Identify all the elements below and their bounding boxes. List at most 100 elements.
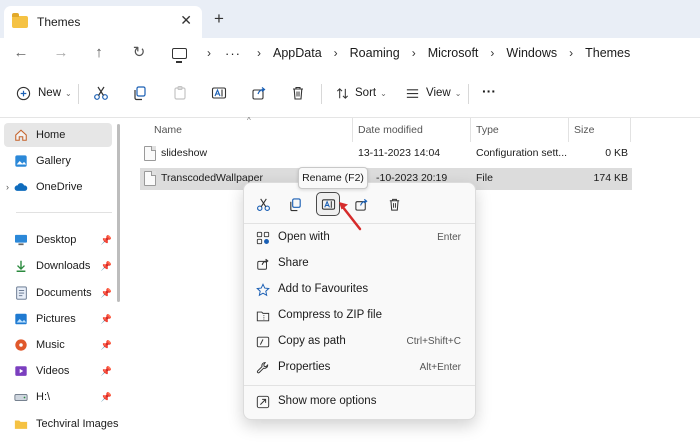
share-button[interactable] bbox=[250, 82, 268, 104]
menu-item-share[interactable]: Share bbox=[248, 252, 471, 276]
sidebar-item-home[interactable]: Home bbox=[4, 123, 112, 147]
context-cut-button[interactable] bbox=[252, 193, 274, 215]
view-button[interactable]: View ⌄ bbox=[403, 82, 461, 104]
pin-icon[interactable]: 📌 bbox=[101, 340, 112, 351]
sidebar-item-downloads[interactable]: Downloads 📌 bbox=[14, 254, 118, 278]
sidebar-item-desktop[interactable]: Desktop 📌 bbox=[14, 228, 118, 252]
breadcrumb-more-button[interactable]: ··· bbox=[225, 46, 241, 61]
toolbar-divider bbox=[321, 84, 322, 104]
red-arrow-annotation bbox=[339, 202, 362, 231]
folder-icon bbox=[14, 417, 28, 431]
cut-button[interactable] bbox=[92, 82, 110, 104]
sidebar-item-label: H:\ bbox=[36, 391, 51, 403]
divider bbox=[16, 212, 112, 213]
chevron-right-icon[interactable]: › bbox=[6, 182, 9, 192]
breadcrumb[interactable]: › ··· › AppData › Roaming › Microsoft › … bbox=[164, 42, 630, 64]
file-type: Configuration sett... bbox=[476, 147, 568, 159]
videos-icon bbox=[14, 364, 28, 378]
menu-item-properties[interactable]: Properties Alt+Enter bbox=[248, 356, 471, 380]
menu-item-copy-as-path[interactable]: Copy as path Ctrl+Shift+C bbox=[248, 330, 471, 354]
column-header-type[interactable]: Type bbox=[476, 120, 499, 140]
menu-item-compress-zip[interactable]: Compress to ZIP file bbox=[248, 304, 471, 328]
sidebar-item-gallery[interactable]: Gallery bbox=[14, 149, 118, 173]
menu-item-label: Compress to ZIP file bbox=[278, 309, 382, 321]
context-delete-button[interactable] bbox=[383, 193, 405, 215]
column-divider[interactable] bbox=[568, 118, 569, 142]
sidebar-item-label: Downloads bbox=[36, 260, 91, 272]
context-copy-button[interactable] bbox=[284, 193, 306, 215]
sidebar-item-h-drive[interactable]: H:\ 📌 bbox=[14, 385, 118, 409]
tab-themes[interactable]: Themes ✕ bbox=[4, 6, 202, 38]
sidebar-item-techviral-images[interactable]: Techviral Images bbox=[14, 412, 124, 436]
chevron-right-icon: › bbox=[333, 46, 338, 60]
menu-divider bbox=[244, 385, 475, 386]
paste-button[interactable] bbox=[171, 82, 189, 104]
menu-item-show-more-options[interactable]: Show more options bbox=[248, 390, 471, 414]
see-more-button[interactable]: ··· bbox=[482, 80, 496, 102]
crumb-windows[interactable]: Windows bbox=[506, 46, 557, 60]
music-icon bbox=[14, 338, 28, 352]
column-divider[interactable] bbox=[352, 118, 353, 142]
menu-item-add-to-favourites[interactable]: Add to Favourites bbox=[248, 278, 471, 302]
rename-icon bbox=[321, 198, 335, 210]
sidebar-item-label: Home bbox=[36, 129, 66, 141]
table-row[interactable]: slideshow 13-11-2023 14:04 Configuration… bbox=[140, 143, 632, 165]
forward-button[interactable]: → bbox=[50, 42, 72, 64]
zip-icon bbox=[256, 309, 270, 323]
file-size: 174 KB bbox=[593, 172, 628, 184]
rename-button[interactable] bbox=[210, 82, 228, 104]
pin-icon[interactable]: 📌 bbox=[101, 288, 112, 299]
new-tab-button[interactable]: + bbox=[214, 10, 224, 27]
wrench-icon bbox=[256, 361, 270, 375]
pin-icon[interactable]: 📌 bbox=[101, 235, 112, 246]
sidebar-item-label: OneDrive bbox=[36, 181, 83, 193]
column-divider[interactable] bbox=[630, 118, 631, 142]
copy-icon bbox=[131, 84, 149, 102]
back-button[interactable]: ← bbox=[10, 42, 32, 64]
sidebar-item-videos[interactable]: Videos 📌 bbox=[14, 359, 118, 383]
sidebar-item-pictures[interactable]: Pictures 📌 bbox=[14, 307, 118, 331]
refresh-button[interactable]: ↻ bbox=[128, 42, 150, 64]
sort-ascending-icon: ^ bbox=[247, 116, 251, 125]
shortcut-text: Ctrl+Shift+C bbox=[406, 336, 461, 347]
menu-item-label: Show more options bbox=[278, 395, 377, 407]
more-options-icon bbox=[256, 395, 270, 409]
chevron-down-icon: ⌄ bbox=[454, 88, 462, 98]
crumb-roaming[interactable]: Roaming bbox=[350, 46, 400, 60]
crumb-appdata[interactable]: AppData bbox=[273, 46, 322, 60]
sidebar-item-onedrive[interactable]: OneDrive bbox=[14, 175, 118, 199]
file-type: File bbox=[476, 172, 493, 184]
file-size: 0 KB bbox=[605, 147, 628, 159]
copy-button[interactable] bbox=[131, 82, 149, 104]
menu-item-label: Add to Favourites bbox=[278, 283, 369, 295]
drive-icon bbox=[14, 390, 28, 404]
pin-icon[interactable]: 📌 bbox=[101, 366, 112, 377]
tab-title: Themes bbox=[37, 15, 81, 29]
crumb-themes[interactable]: Themes bbox=[585, 46, 630, 60]
chevron-right-icon: › bbox=[257, 46, 261, 60]
pin-icon[interactable]: 📌 bbox=[101, 392, 112, 403]
chevron-down-icon: ⌄ bbox=[380, 88, 387, 98]
menu-item-label: Open with bbox=[278, 231, 330, 243]
close-icon[interactable]: ✕ bbox=[180, 12, 192, 29]
pin-icon[interactable]: 📌 bbox=[101, 314, 112, 325]
up-button[interactable]: ↑ bbox=[88, 42, 110, 64]
crumb-microsoft[interactable]: Microsoft bbox=[428, 46, 479, 60]
delete-button[interactable] bbox=[289, 82, 307, 104]
share-icon bbox=[256, 257, 270, 271]
new-label: New bbox=[38, 87, 62, 99]
onedrive-icon bbox=[14, 180, 28, 194]
sidebar-item-music[interactable]: Music 📌 bbox=[14, 333, 118, 357]
pin-icon[interactable]: 📌 bbox=[101, 261, 112, 272]
column-header-size[interactable]: Size bbox=[574, 120, 594, 140]
sidebar-item-documents[interactable]: Documents 📌 bbox=[14, 281, 118, 305]
column-header-name[interactable]: Name bbox=[154, 120, 182, 140]
sort-button[interactable]: Sort ⌄ bbox=[333, 82, 387, 104]
rename-tooltip: Rename (F2) bbox=[298, 167, 368, 189]
column-divider[interactable] bbox=[470, 118, 471, 142]
this-pc-icon[interactable] bbox=[172, 47, 187, 63]
sidebar-scrollbar[interactable] bbox=[117, 124, 120, 302]
new-button[interactable]: New ⌄ bbox=[14, 82, 72, 104]
sidebar-item-label: Techviral Images bbox=[36, 418, 119, 430]
column-header-date[interactable]: Date modified bbox=[358, 120, 423, 140]
